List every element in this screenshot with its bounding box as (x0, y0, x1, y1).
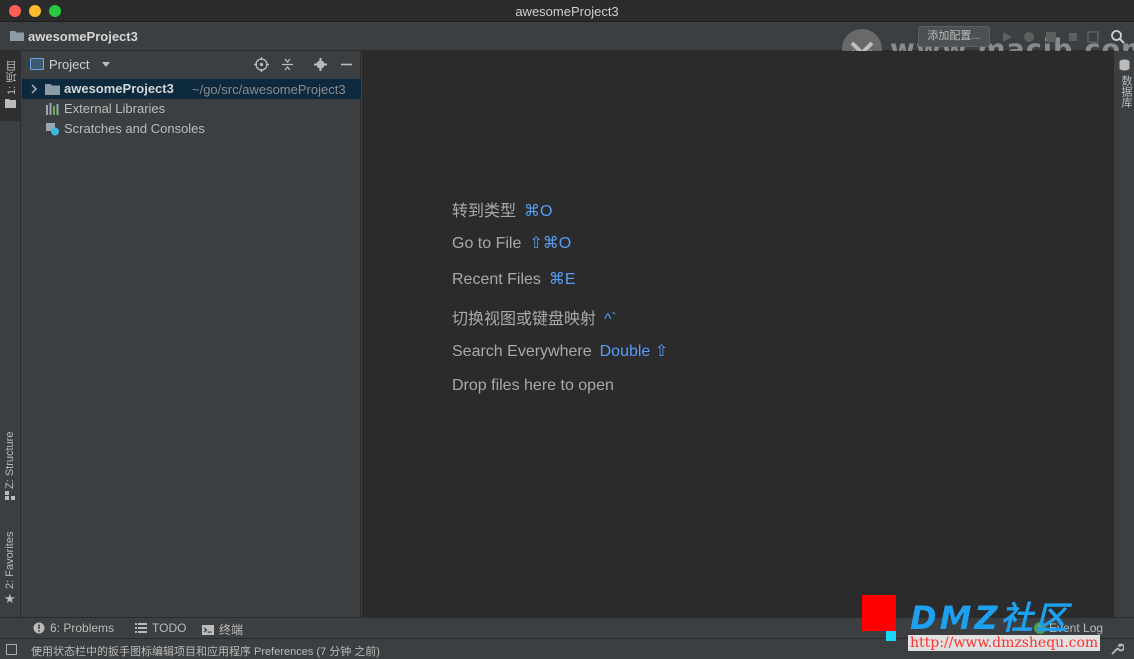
database-icon (1119, 59, 1130, 71)
folder-icon (45, 84, 60, 95)
project-structure-icon[interactable] (1086, 30, 1100, 44)
hint-go-to-file: Go to File ⇧⌘O (452, 233, 571, 253)
project-view-selector[interactable]: Project (49, 57, 89, 72)
gear-icon[interactable] (313, 57, 328, 72)
navigation-bar: awesomeProject3 www.macjb.com 添加配置... (0, 22, 1134, 69)
hint-shortcut: ^` (604, 311, 617, 328)
hide-panel-icon[interactable] (339, 57, 354, 72)
tree-item-external-libraries[interactable]: External Libraries (22, 99, 361, 119)
hint-label: Drop files here to open (452, 377, 614, 394)
structure-icon (5, 491, 15, 500)
run-icon[interactable] (1000, 30, 1014, 44)
watermark-red-block (862, 595, 896, 631)
tool-tab-structure[interactable]: Z: Structure (0, 421, 21, 505)
locate-file-icon[interactable] (254, 57, 269, 72)
stop-icon[interactable] (1066, 30, 1080, 44)
watermark-cyan-block (886, 631, 896, 641)
editor-empty-area[interactable]: 转到类型 ⌘O Go to File ⇧⌘O Recent Files ⌘E 切换视图… (362, 51, 1113, 617)
tool-tab-problems[interactable]: 6: Problems (33, 621, 114, 635)
project-tab-folder-icon (5, 99, 16, 108)
hint-go-to-class: 转到类型 ⌘O (452, 197, 552, 221)
hint-label: 切换视图或键盘映射 (452, 311, 597, 328)
tool-tab-terminal-label: 终端 (219, 623, 244, 637)
debug-icon[interactable] (1022, 30, 1036, 44)
problems-icon (33, 622, 45, 634)
tree-item-label: External Libraries (64, 101, 166, 116)
tool-tab-problems-label: 6: Problems (50, 621, 115, 635)
hint-recent-files: Recent Files ⌘E (452, 269, 576, 289)
tool-tab-favorites-label: 2: Favorites (4, 531, 16, 589)
status-message: 使用状态栏中的扳手图标编辑项目和应用程序 Preferences (7 分钟 之… (31, 646, 380, 658)
title-bar: awesomeProject3 (0, 0, 1134, 22)
wrench-icon[interactable] (1110, 642, 1124, 656)
tool-tab-project-label: 1: 项目 (6, 60, 18, 95)
hint-search-everywhere: Search Everywhere Double ⇧ (452, 341, 668, 361)
tool-tab-database[interactable]: 数据库 (1118, 75, 1134, 108)
hint-label: Recent Files (452, 271, 541, 288)
watermark-dmz: DMZ社区 http://www.dmzshequ.com (862, 595, 1106, 657)
project-view-icon (30, 58, 44, 70)
hint-shortcut: ⇧⌘O (529, 235, 572, 252)
hint-shortcut: ⌘O (524, 203, 553, 220)
collapse-all-icon[interactable] (280, 57, 295, 72)
tool-tab-todo[interactable]: TODO (135, 621, 186, 635)
toggle-tool-windows-icon[interactable] (6, 644, 17, 655)
tree-item-label: awesomeProject3 (64, 81, 174, 96)
terminal-icon (202, 624, 214, 635)
tool-tab-favorites[interactable]: ★ 2: Favorites (0, 521, 21, 607)
tool-tab-terminal[interactable]: 终端 (202, 621, 243, 638)
left-tool-stripe: 1: 项目 Z: Structure ★ 2: Favorites (0, 51, 21, 617)
watermark-dmz-url: http://www.dmzshequ.com (908, 635, 1101, 651)
add-configuration-button[interactable]: 添加配置... (918, 26, 990, 47)
tree-item-path: ~/go/src/awesomeProject3 (192, 82, 346, 97)
tool-tab-todo-label: TODO (152, 621, 187, 635)
tool-tab-structure-label: Z: Structure (4, 431, 16, 489)
project-tool-window: Project awesomeProject3 ~/go/src/awesome… (22, 51, 361, 617)
libraries-icon (46, 103, 59, 115)
hint-label: 转到类型 (452, 203, 517, 220)
window-title: awesomeProject3 (515, 4, 619, 19)
chevron-right-icon[interactable] (30, 84, 38, 94)
right-tool-stripe: 数据库 (1113, 51, 1134, 617)
watermark-dmz-logo: DMZ社区 (910, 599, 1071, 637)
hint-switch-view: 切换视图或键盘映射 ^` (452, 305, 617, 329)
chevron-down-icon[interactable] (102, 62, 110, 67)
tree-item-label: Scratches and Consoles (64, 121, 205, 136)
tree-item-project-root[interactable]: awesomeProject3 ~/go/src/awesomeProject3 (22, 79, 361, 99)
star-icon: ★ (4, 591, 16, 606)
search-everywhere-icon[interactable] (1110, 29, 1126, 45)
scratches-icon (46, 123, 59, 136)
breadcrumb-project[interactable]: awesomeProject3 (28, 29, 138, 44)
hint-shortcut: ⌘E (548, 271, 576, 288)
hint-shortcut: Double ⇧ (599, 343, 669, 360)
hint-label: Search Everywhere (452, 343, 592, 360)
coverage-icon[interactable] (1044, 30, 1058, 44)
tool-tab-project[interactable]: 1: 项目 (0, 51, 21, 121)
project-panel-header: Project (22, 51, 361, 77)
tree-item-scratches[interactable]: Scratches and Consoles (22, 119, 361, 139)
hint-drop-files: Drop files here to open (452, 377, 614, 395)
todo-icon (135, 623, 147, 633)
hint-label: Go to File (452, 235, 522, 252)
folder-icon (10, 31, 24, 41)
